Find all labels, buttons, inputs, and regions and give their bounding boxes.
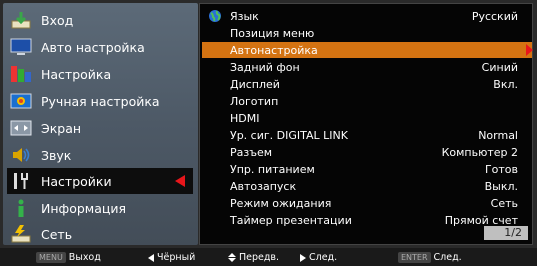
setting-label: Таймер презентации [230,213,352,227]
setting-icon [9,63,33,85]
menu-item-auto-setup[interactable]: Авто настройка [3,34,198,60]
hint-label: Чёрный [157,252,196,263]
setting-row-auto-start[interactable]: Автозапуск Выкл. [200,178,532,194]
setting-label: Автозапуск [230,179,297,193]
setting-label: Упр. питанием [230,162,315,176]
menu-item-label: Настройка [41,66,112,82]
menu-item-manual-setting[interactable]: Ручная настройка [3,88,198,114]
setting-row-digital-link-level[interactable]: Ур. сиг. DIGITAL LINK Normal [200,127,532,143]
hint-label: След. [309,252,338,263]
menu-item-label: Ручная настройка [41,93,160,109]
menu-item-label: Информация [41,200,127,216]
setting-value: Normal [478,128,518,142]
setting-row-standby-mode[interactable]: Режим ожидания Сеть [200,195,532,211]
setting-value: Прямой счет [444,213,518,227]
settings-panel: Язык Русский Позиция меню Автонастройка … [199,3,533,245]
hint-label: След. [433,252,462,263]
menu-item-input[interactable]: Вход [3,7,198,33]
menu-item-label: Настройки [41,173,112,189]
setting-label: Задний фон [230,60,300,74]
menu-item-screen[interactable]: Экран [3,115,198,141]
setting-label: Ур. сиг. DIGITAL LINK [230,128,348,142]
page-indicator: 1/2 [484,226,528,240]
setting-label: Дисплей [230,77,280,91]
right-arrow-icon [300,253,306,262]
main-menu: Вход Авто настройка Настройка Ручная нас… [3,3,198,245]
setting-value: Вкл. [493,77,518,91]
setting-row-background[interactable]: Задний фон Синий [200,59,532,75]
hint-label: Передв. [239,252,280,263]
enter-key: ENTER [398,252,431,263]
menu-item-label: Сеть [41,226,73,242]
menu-item-information[interactable]: Информация [3,195,198,221]
menu-key: MENU [36,252,66,263]
setting-label: Язык [230,9,259,23]
hint-back: Чёрный [148,252,195,263]
setting-value: Русский [471,9,518,23]
setting-value: Сеть [490,196,518,210]
menu-item-setting[interactable]: Настройка [3,61,198,87]
setting-label: Режим ожидания [230,196,332,210]
setting-label: Позиция меню [230,26,315,40]
menu-item-label: Звук [41,147,72,163]
setting-row-language[interactable]: Язык Русский [200,8,532,24]
auto-setup-icon [9,36,33,58]
menu-item-label: Авто настройка [41,39,145,55]
left-arrow-icon [148,253,154,262]
manual-setting-icon [9,90,33,112]
hint-label: Выход [68,252,101,263]
setting-label: HDMI [230,111,260,125]
up-down-arrow-icon [228,253,236,262]
setting-row-logo[interactable]: Логотип [200,93,532,109]
setting-value: Компьютер 2 [441,145,518,159]
information-icon [9,197,33,219]
projector-menu: Вход Авто настройка Настройка Ручная нас… [0,0,537,248]
network-icon [9,223,33,245]
setting-label: Автонастройка [230,43,318,57]
menu-item-label: Экран [41,120,82,136]
hint-next: След. [300,252,337,263]
menu-item-network[interactable]: Сеть [3,221,198,247]
setting-row-menu-position[interactable]: Позиция меню [200,25,532,41]
setting-label: Логотип [230,94,279,108]
hint-exit: MENU Выход [36,252,101,263]
input-icon [9,9,33,31]
hint-move: Передв. [228,252,279,263]
active-arrow-icon [175,175,185,187]
hint-enter: ENTER След. [398,252,462,263]
settings-icon [9,170,33,192]
setting-label: Разъем [230,145,273,159]
menu-item-settings[interactable]: Настройки [7,168,193,194]
menu-item-sound[interactable]: Звук [3,142,198,168]
setting-row-presentation-timer[interactable]: Таймер презентации Прямой счет [200,212,532,228]
globe-icon [209,10,221,22]
screen-icon [9,117,33,139]
setting-row-hdmi[interactable]: HDMI [200,110,532,126]
setting-row-connector[interactable]: Разъем Компьютер 2 [200,144,532,160]
setting-row-display[interactable]: Дисплей Вкл. [200,76,532,92]
menu-item-label: Вход [41,12,74,28]
setting-row-power-management[interactable]: Упр. питанием Готов [200,161,532,177]
setting-value: Готов [484,162,518,176]
footer-hints: MENU Выход Чёрный Передв. След. ENTER Сл… [0,250,537,266]
setting-value: Выкл. [484,179,518,193]
setting-value: Синий [481,60,518,74]
setting-row-auto-setup[interactable]: Автонастройка [202,42,533,58]
sound-icon [9,144,33,166]
selected-arrow-icon [526,44,533,56]
